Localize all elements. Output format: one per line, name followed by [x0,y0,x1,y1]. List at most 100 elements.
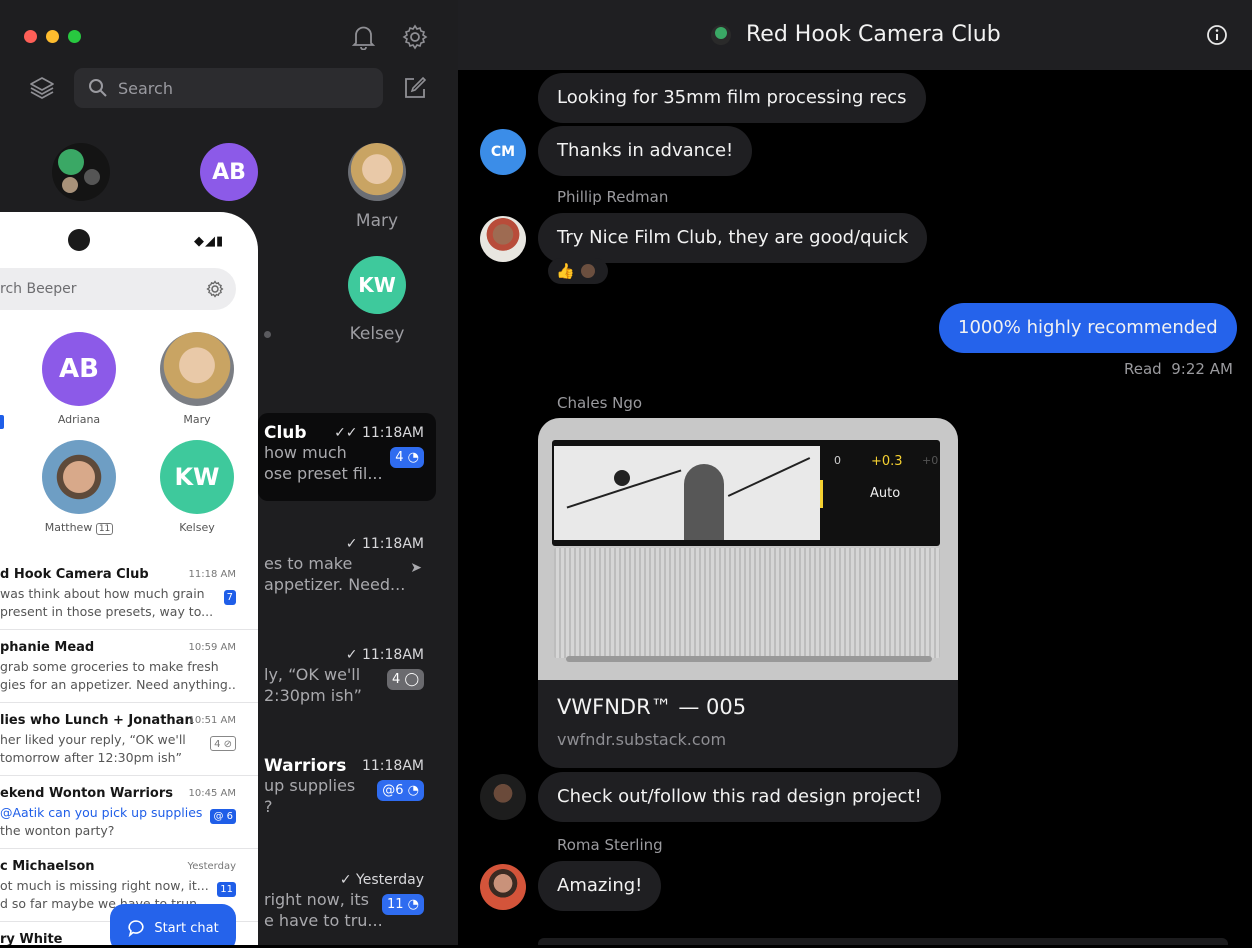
phone-favorite-adriana[interactable]: AB Adriana [29,332,129,426]
link-preview-image: 0 +0.3 +0 Auto [538,418,958,680]
unread-badge: 4 ◔ [390,447,424,468]
zoom-window-button[interactable] [68,30,81,43]
chat-list-item[interactable]: Warriors 11:18AM up supplies ? @6 ◔ [258,746,436,834]
phone-chat-row[interactable]: d Hook Camera Club 11:18 AM was think ab… [0,557,258,630]
layers-icon[interactable] [29,75,55,101]
unread-badge: @6 ◔ [377,780,424,801]
phone-favorite-matthew[interactable]: Matthew 11 [29,440,129,535]
chat-preview: gies for an appetizer. Need anything... [0,677,236,692]
sender-name: Chales Ngo [557,394,643,412]
sender-avatar[interactable] [480,216,526,262]
favorite-ab[interactable]: AB [184,143,274,201]
chat-time: ✓ 11:18AM [345,536,424,552]
message-bubble[interactable]: Looking for 35mm film processing recs [538,73,926,123]
sender-name: Phillip Redman [557,188,669,206]
chat-header: Red Hook Camera Club [458,0,1252,70]
minimize-window-button[interactable] [46,30,59,43]
chat-bubble-icon [128,920,144,937]
ui-readout: 0 [834,454,841,467]
chat-title: Red Hook Camera Club [746,22,1001,47]
favorite-name: Mary [355,211,399,231]
link-title: VWFNDR™ — 005 [557,695,747,719]
chat-preview: @Aatik can you pick up supplies [0,805,203,820]
phone-search-input[interactable]: rch Beeper [0,268,236,310]
group-icon [711,25,731,45]
bell-icon[interactable] [351,24,376,50]
message-bubble[interactable]: Try Nice Film Club, they are good/quick [538,213,928,263]
gear-icon[interactable] [401,23,429,51]
kelsey-avatar: KW [348,256,406,314]
unread-marker [0,415,4,429]
sender-name: Roma Sterling [557,836,663,854]
favorite-kelsey[interactable]: KW Kelsey [332,256,422,344]
chat-preview: tomorrow after 12:30pm ish” [0,750,183,765]
phone-chat-row[interactable]: lies who Lunch + Jonathan 10:51 AM her l… [0,703,258,776]
compose-icon[interactable] [403,76,427,100]
start-chat-label: Start chat [154,920,219,936]
camera-cutout [68,229,90,251]
phone-favorite-kelsey[interactable]: KW Kelsey [147,440,247,534]
send-icon: ➤ [410,560,422,576]
ab-avatar: AB [200,143,258,201]
unread-badge: @ 6 [210,809,236,824]
chat-preview: ot much is missing right now, it... [0,878,209,893]
favorite-name: Matthew 11 [29,521,129,535]
chat-preview: es to make [264,554,353,573]
favorite-name: Adriana [57,413,101,426]
chat-time: 11:18 AM [188,569,236,580]
phone-favorite-mary[interactable]: Mary [147,332,247,426]
search-icon [89,79,107,97]
phone-chat-row[interactable]: ekend Wonton Warriors 10:45 AM @Aatik ca… [0,776,258,849]
chat-list-item[interactable]: ✓ 11:18AM es to make appetizer. Need... … [258,524,436,612]
reaction-pill[interactable]: 👍 [548,258,608,284]
search-input[interactable]: Search [74,68,383,108]
mary-avatar [348,143,406,201]
message-composer[interactable] [538,938,1228,945]
chat-preview: grab some groceries to make fresh [0,659,219,674]
unread-badge: 4 ◯ [387,669,424,690]
favorite-name: Kelsey [349,324,405,344]
favorite-mary[interactable]: Mary [332,143,422,231]
link-preview-card[interactable]: 0 +0.3 +0 Auto VWFNDR™ — 005 vwfndr.subs… [538,418,958,768]
chat-time: 11:18AM [361,758,424,774]
thumbs-up-icon: 👍 [556,262,575,280]
chat-preview: appetizer. Need... [264,575,406,594]
reactor-avatar [580,264,595,278]
chat-list-item[interactable]: Club ✓✓ 11:18AM how much ose preset fil.… [258,413,436,501]
ui-readout: +0 [922,454,939,467]
ui-readout: +0.3 [871,454,903,469]
message-bubble[interactable]: Thanks in advance! [538,126,753,176]
close-window-button[interactable] [24,30,37,43]
unread-badge: 11 ◔ [381,894,424,915]
phone-mockup: ◆◢▮ rch Beeper AB Adriana Mary Matthew 1… [0,212,258,945]
chat-list-item[interactable]: ✓ Yesterday right now, its e have to tru… [258,860,436,948]
group-avatar [52,143,110,201]
chat-preview: her liked your reply, “OK we'll [0,732,186,747]
outgoing-message-bubble[interactable]: 1000% highly recommended [939,303,1237,353]
message-bubble[interactable]: Check out/follow this rad design project… [538,772,941,822]
chat-time: 10:51 AM [188,715,236,726]
phone-search-placeholder: rch Beeper [0,281,77,297]
info-icon[interactable] [1206,24,1228,46]
chat-time: Yesterday [187,861,236,872]
unread-badge: 4 ⊘ [210,736,236,751]
desktop: Search AB Mary KW Kelsey Club ✓✓ 11:18AM… [0,0,1252,945]
pager-dot [264,331,271,338]
chat-list-item[interactable]: ✓ 11:18AM ly, “OK we'll 2:30pm ish” 4 ◯ [258,635,436,723]
sidebar: Search AB Mary KW Kelsey Club ✓✓ 11:18AM… [0,0,458,945]
adriana-avatar: AB [42,332,116,406]
chat-preview: the wonton party? [0,823,115,838]
phone-chat-row[interactable]: phanie Mead 10:59 AM grab some groceries… [0,630,258,703]
chat-preview: present in those presets, way to... [0,604,214,619]
start-chat-button[interactable]: Start chat [110,904,236,945]
favorite-group[interactable] [36,143,126,201]
gear-icon[interactable] [206,280,224,298]
sender-avatar[interactable] [480,774,526,820]
favorite-name: Mary [183,413,211,426]
kelsey-avatar: KW [160,440,234,514]
sender-avatar[interactable] [480,864,526,910]
chat-time: 10:59 AM [188,642,236,653]
sender-avatar[interactable]: CM [480,129,526,175]
link-domain[interactable]: vwfndr.substack.com [557,730,726,749]
message-bubble[interactable]: Amazing! [538,861,662,911]
